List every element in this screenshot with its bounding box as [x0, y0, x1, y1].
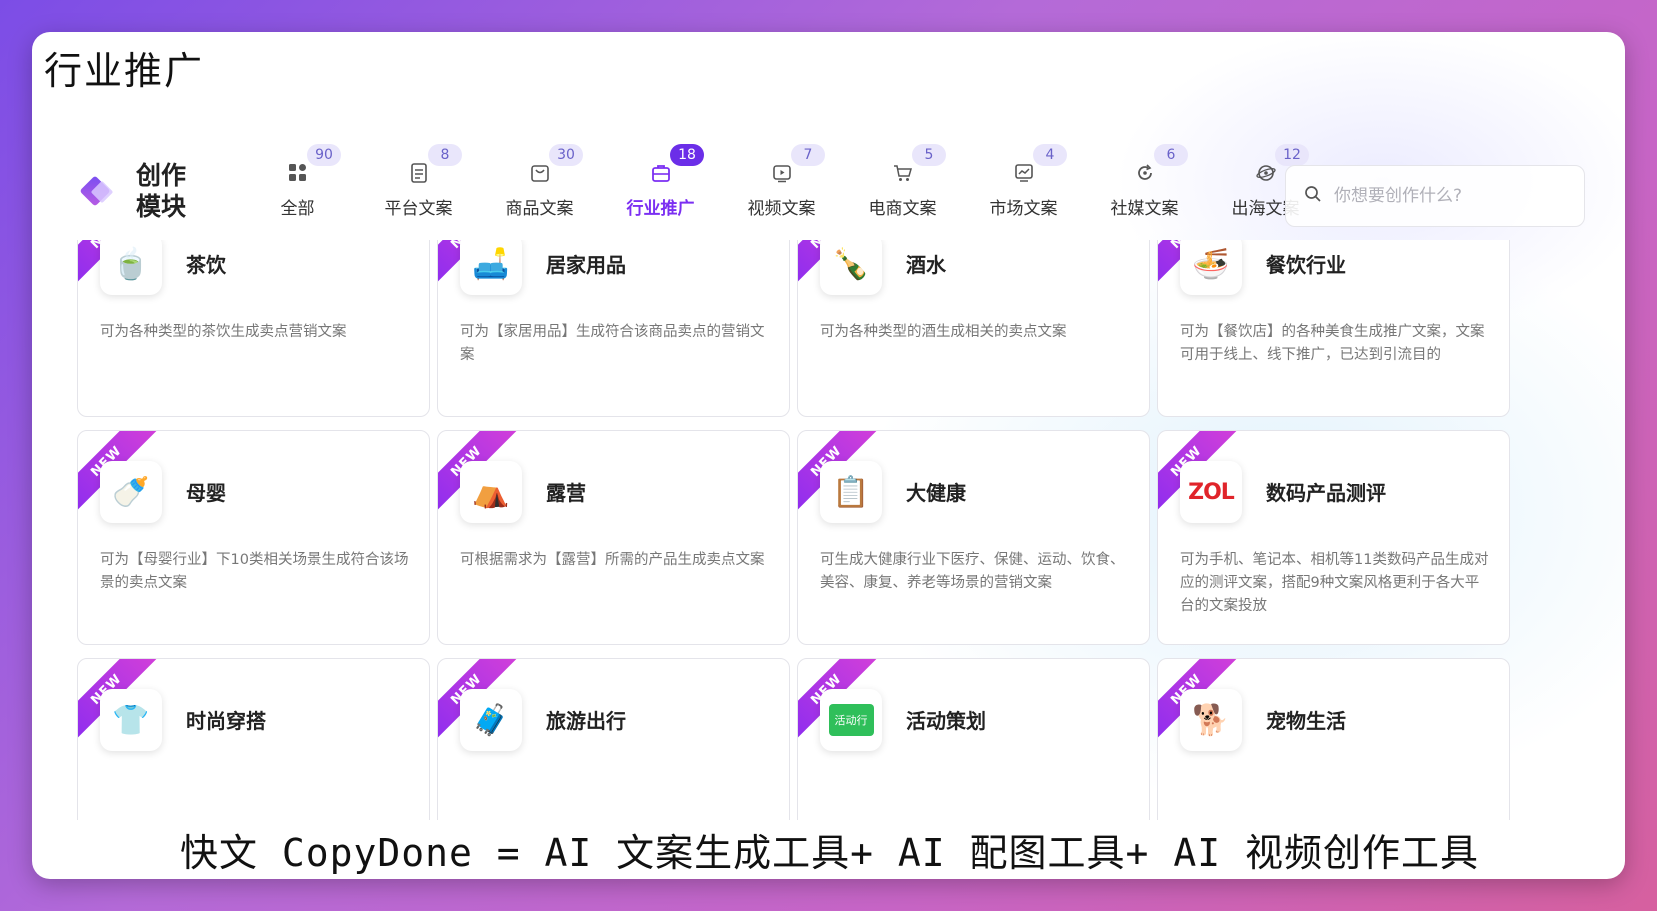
card-title: 旅游出行: [546, 709, 626, 733]
tool-card-fashion[interactable]: NEW 👕 时尚穿搭: [77, 658, 430, 820]
video-icon: [771, 162, 793, 184]
noodle-bowl-icon: 🍜: [1180, 240, 1242, 295]
tool-card-catering[interactable]: NEW 🍜 餐饮行业 可为【餐饮店】的各种美食生成推广文案，文案可用于线上、线下…: [1157, 240, 1510, 417]
dog-icon: 🐕: [1180, 689, 1242, 751]
grid-icon: [287, 162, 309, 184]
card-title: 数码产品测评: [1266, 481, 1386, 505]
brand: 创作 模块: [79, 160, 192, 222]
app-window: 行业推广 创作 模块 90 全部 8 平台文案 30 商品文案 18 行业推广 …: [32, 32, 1625, 879]
search-box[interactable]: [1285, 165, 1585, 227]
card-title: 茶饮: [186, 253, 226, 277]
tab-count-badge: 90: [307, 144, 341, 166]
cart-icon: [892, 162, 914, 184]
search-input[interactable]: [1334, 186, 1564, 206]
tent-icon: ⛺: [460, 461, 522, 523]
tab-label: 平台文案: [384, 199, 453, 219]
clothes-icon: 👕: [100, 689, 162, 751]
card-description: 可为【餐饮店】的各种美食生成推广文案，文案可用于线上、线下推广，已达到引流目的: [1180, 324, 1485, 363]
tab-count-badge: 5: [912, 144, 946, 166]
tab-ecommerce-copy[interactable]: 5 电商文案: [842, 132, 963, 232]
footer-slogan: 快文 CopyDone = AI 文案生成工具+ AI 配图工具+ AI 视频创…: [180, 831, 1479, 875]
tab-platform-copy[interactable]: 8 平台文案: [358, 132, 479, 232]
tab-label: 全部: [280, 199, 315, 219]
card-description: 可为手机、笔记本、相机等11类数码产品生成对应的测评文案，搭配9种文案风格更利于…: [1180, 552, 1489, 614]
card-title: 居家用品: [546, 253, 626, 277]
card-title: 宠物生活: [1266, 709, 1346, 733]
home-goods-icon: 🛋️: [460, 240, 522, 295]
tool-card-event-planning[interactable]: NEW 活动行 活动策划: [797, 658, 1150, 820]
card-description: 可为【家居用品】生成符合该商品卖点的营销文案: [460, 324, 765, 363]
page-caption: 行业推广: [44, 49, 205, 93]
tab-count-badge: 8: [428, 144, 462, 166]
card-title: 大健康: [906, 481, 966, 505]
card-title: 露营: [546, 481, 586, 505]
tool-card-home-goods[interactable]: NEW 🛋️ 居家用品 可为【家居用品】生成符合该商品卖点的营销文案: [437, 240, 790, 417]
card-title: 餐饮行业: [1266, 253, 1346, 277]
chart-icon: [1013, 162, 1035, 184]
card-description: 可生成大健康行业下医疗、保健、运动、饮食、美容、康复、养老等场景的营销文案: [820, 552, 1125, 591]
tab-industry-promo[interactable]: 18 行业推广: [600, 132, 721, 232]
category-tabs: 90 全部 8 平台文案 30 商品文案 18 行业推广 7 视频文案 5 电商…: [237, 132, 1326, 232]
card-title: 时尚穿搭: [186, 709, 266, 733]
tea-cup-icon: 🍵: [100, 240, 162, 295]
tab-product-copy[interactable]: 30 商品文案: [479, 132, 600, 232]
tab-label: 市场文案: [989, 199, 1058, 219]
refresh-icon: [1134, 162, 1156, 184]
wine-icon: 🍾: [820, 240, 882, 295]
brand-logo-icon: [79, 172, 118, 210]
card-description: 可为各种类型的酒生成相关的卖点文案: [820, 324, 1067, 340]
tab-count-badge: 12: [1275, 144, 1309, 166]
document-icon: [408, 162, 430, 184]
card-title: 酒水: [906, 253, 946, 277]
card-description: 可根据需求为【露营】所需的产品生成卖点文案: [460, 552, 765, 568]
briefcase-icon: [650, 162, 672, 184]
brand-title-line2: 模块: [136, 192, 187, 221]
tool-card-maternal-baby[interactable]: NEW 🍼 母婴 可为【母婴行业】下10类相关场景生成符合该场景的卖点文案: [77, 430, 430, 645]
category-nav: 创作 模块 90 全部 8 平台文案 30 商品文案 18 行业推广 7 视频文…: [32, 132, 1625, 232]
card-description: 可为【母婴行业】下10类相关场景生成符合该场景的卖点文案: [100, 552, 409, 591]
tab-count-badge: 6: [1154, 144, 1188, 166]
globe-icon: [1255, 162, 1277, 184]
zol-logo-icon: ZOL: [1180, 461, 1242, 523]
tool-card-camping[interactable]: NEW ⛺ 露营 可根据需求为【露营】所需的产品生成卖点文案: [437, 430, 790, 645]
tool-card-tea[interactable]: NEW 🍵 茶饮 可为各种类型的茶饮生成卖点营销文案: [77, 240, 430, 417]
tab-label: 视频文案: [747, 199, 816, 219]
tool-card-pet-life[interactable]: NEW 🐕 宠物生活: [1157, 658, 1510, 820]
card-description: 可为各种类型的茶饮生成卖点营销文案: [100, 324, 347, 340]
tool-card-travel[interactable]: NEW 🧳 旅游出行: [437, 658, 790, 820]
card-title: 活动策划: [906, 709, 986, 733]
tab-label: 电商文案: [868, 199, 937, 219]
tab-label: 行业推广: [626, 199, 695, 219]
brand-title: 创作 模块: [136, 160, 192, 222]
tab-label: 社媒文案: [1110, 199, 1179, 219]
tab-count-badge: 7: [791, 144, 825, 166]
tab-social-copy[interactable]: 6 社媒文案: [1084, 132, 1205, 232]
tab-count-badge: 18: [670, 144, 704, 166]
tool-card-wine[interactable]: NEW 🍾 酒水 可为各种类型的酒生成相关的卖点文案: [797, 240, 1150, 417]
event-plan-icon: 活动行: [820, 689, 882, 751]
tab-marketing-copy[interactable]: 4 市场文案: [963, 132, 1084, 232]
tool-card-health[interactable]: NEW 📋 大健康 可生成大健康行业下医疗、保健、运动、饮食、美容、康复、养老等…: [797, 430, 1150, 645]
tab-all[interactable]: 90 全部: [237, 132, 358, 232]
brand-title-line1: 创作: [136, 161, 187, 190]
tab-count-badge: 30: [549, 144, 583, 166]
tab-label: 商品文案: [505, 199, 574, 219]
search-icon: [1304, 185, 1322, 207]
tool-card-grid: NEW 🍵 茶饮 可为各种类型的茶饮生成卖点营销文案 NEW 🛋️ 居家用品 可…: [32, 240, 1625, 820]
card-title: 母婴: [186, 481, 226, 505]
shopping-bag-icon: [529, 162, 551, 184]
tab-video-copy[interactable]: 7 视频文案: [721, 132, 842, 232]
baby-bottle-icon: 🍼: [100, 461, 162, 523]
health-report-icon: 📋: [820, 461, 882, 523]
tab-count-badge: 4: [1033, 144, 1067, 166]
tool-card-digital-review[interactable]: NEW ZOL 数码产品测评 可为手机、笔记本、相机等11类数码产品生成对应的测…: [1157, 430, 1510, 645]
luggage-icon: 🧳: [460, 689, 522, 751]
